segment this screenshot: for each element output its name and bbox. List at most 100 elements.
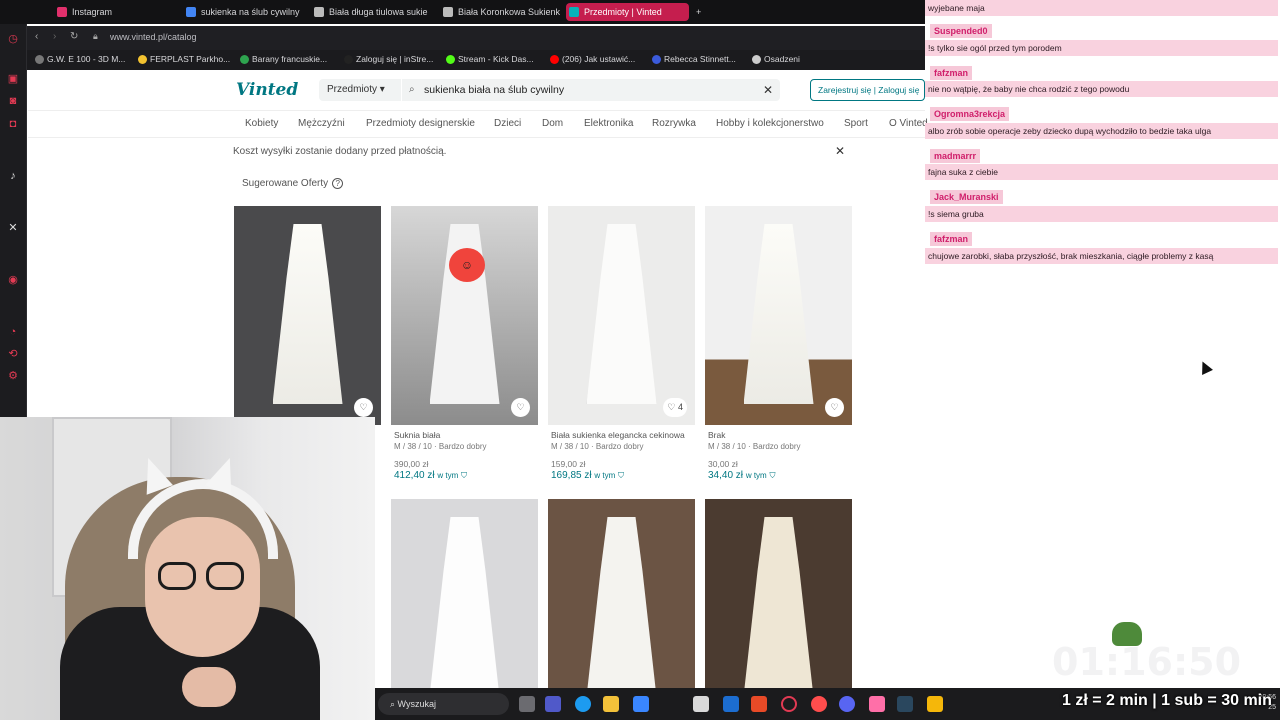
tab-vinted[interactable]: Przedmioty | Vinted (566, 3, 689, 21)
product-price-total: 412,40 zł w tym ⛉ (394, 470, 535, 481)
close-icon[interactable]: ✕ (835, 144, 845, 158)
bookmark-label: Zaloguj się | inStre... (356, 54, 434, 64)
product-card[interactable]: ☺ ♡ Suknia biała M / 38 / 10 · Bardzo do… (391, 206, 538, 481)
product-photo[interactable] (705, 499, 852, 688)
tab-google-search[interactable]: sukienka na ślub cywilny (183, 3, 303, 21)
product-photo[interactable] (548, 499, 695, 688)
bookmark-item[interactable]: FERPLAST Parkho... (138, 54, 230, 64)
nav-item-dom[interactable]: Dom (542, 118, 563, 129)
product-photo[interactable] (391, 499, 538, 688)
search-icon: ⌕ (390, 699, 398, 709)
product-card[interactable]: ♡ 4 Biała sukienka elegancka cekinowa M … (548, 206, 695, 481)
protection-label: w tym (437, 471, 459, 480)
file-explorer-icon[interactable] (603, 696, 619, 712)
product-photo[interactable]: ♡ 4 (548, 206, 695, 425)
heart-icon[interactable]: ♡ 4 (663, 398, 687, 417)
nav-item-elektronika[interactable]: Elektronika (584, 118, 633, 129)
nav-item-hobby[interactable]: Hobby i kolekcjonerstwo (716, 118, 824, 129)
product-photo[interactable]: ♡ (705, 206, 852, 425)
messenger-icon[interactable]: ▣ (6, 72, 20, 86)
product-photo[interactable]: ☺ ♡ (391, 206, 538, 425)
x-icon[interactable]: ✕ (6, 221, 20, 235)
new-tab-button[interactable]: + (692, 3, 708, 21)
suggested-heading: Sugerowane Oferty? (242, 178, 344, 189)
whatsapp-icon[interactable]: ◘ (6, 117, 20, 131)
nav-item-sport[interactable]: Sport (844, 118, 868, 129)
product-meta: Biała sukienka elegancka cekinowa M / 38… (548, 425, 695, 481)
bookmark-item[interactable]: Rebecca Stinnett... (652, 54, 736, 64)
back-icon[interactable]: ‹ (35, 31, 38, 42)
nav-item-o-vinted[interactable]: O Vinted (889, 118, 928, 129)
clock-icon[interactable]: ◔ (6, 325, 20, 339)
app-icon[interactable] (811, 696, 827, 712)
nav-item-rozrywka[interactable]: Rozrywka (652, 118, 696, 129)
product-card[interactable]: ♡ (234, 206, 381, 425)
dress-image (586, 517, 657, 688)
opera-icon[interactable] (781, 696, 797, 712)
url-field[interactable]: www.vinted.pl/catalog (110, 32, 197, 42)
bookmark-item[interactable]: Stream - Kick Das... (446, 54, 534, 64)
product-price-total: 34,40 zł w tym ⛉ (708, 470, 849, 481)
product-card[interactable]: ♡ Brak M / 38 / 10 · Bardzo dobry 30,00 … (705, 206, 852, 481)
app-icon[interactable] (927, 696, 943, 712)
reload-icon[interactable]: ↻ (70, 31, 78, 42)
edge-icon[interactable] (575, 696, 591, 712)
tab-dress-2[interactable]: Biała Koronkowa Sukienk (440, 3, 560, 21)
heart-icon[interactable]: ♡ (511, 398, 530, 417)
search-value: sukienka biała na ślub cywilny (424, 84, 565, 96)
bookmark-item[interactable]: Osadzeni (752, 54, 800, 64)
tiktok-icon[interactable]: ♪ (6, 169, 20, 183)
instagram-icon[interactable]: ◙ (6, 94, 20, 108)
taskbar-search[interactable]: ⌕ Wyszukaj (378, 693, 509, 715)
category-select[interactable]: Przedmioty ▾ (319, 79, 401, 101)
store-icon[interactable] (633, 696, 649, 712)
dress-image (586, 224, 657, 404)
protection-label: w tym (594, 471, 616, 480)
app-icon[interactable] (693, 696, 709, 712)
search-input[interactable]: ⌕ sukienka biała na ślub cywilny ✕ (402, 79, 780, 101)
nav-item-kobiety[interactable]: Kobiety (245, 118, 278, 129)
bookmark-label: G.W. E 100 - 3D M... (47, 54, 126, 64)
teams-icon[interactable] (545, 696, 561, 712)
app-icon[interactable] (723, 696, 739, 712)
chat-text: !s siema gruba (925, 206, 1278, 222)
signup-login-button[interactable]: Zarejestruj się | Zaloguj się (810, 79, 925, 101)
nav-item-mezczyzni[interactable]: Mężczyźni (298, 118, 345, 129)
clear-search-icon[interactable]: ✕ (763, 79, 773, 101)
address-bar: ‹ › ↻ 🔒︎ www.vinted.pl/catalog (27, 26, 925, 50)
suggested-label: Sugerowane Oferty (242, 178, 329, 189)
product-photo[interactable]: ♡ (234, 206, 381, 425)
chat-text: albo zrób sobie operacje zeby dziecko du… (925, 123, 1278, 139)
vinted-logo[interactable]: Vinted (236, 80, 298, 100)
help-icon[interactable]: ? (332, 178, 344, 189)
settings-icon[interactable]: ⚙ (6, 369, 20, 383)
task-view-icon[interactable] (519, 696, 535, 712)
bookmark-item[interactable]: (206) Jak ustawić... (550, 54, 635, 64)
forward-icon[interactable]: › (53, 31, 56, 42)
tab-instagram[interactable]: Instagram (54, 3, 174, 21)
bookmark-item[interactable]: Barany francuskie... (240, 54, 327, 64)
tab-bar: Instagram sukienka na ślub cywilny Biała… (0, 0, 925, 24)
history-icon[interactable]: ◷ (6, 32, 20, 46)
heart-icon[interactable]: ♡ (354, 398, 373, 417)
chat-username: fafzman (930, 66, 973, 80)
app-icon[interactable] (869, 696, 885, 712)
discord-icon[interactable] (839, 696, 855, 712)
extensions-icon[interactable]: ⟲ (6, 347, 20, 361)
product-card[interactable] (705, 499, 852, 688)
heart-icon[interactable]: ♡ (825, 398, 844, 417)
tab-dress-1[interactable]: Biała długa tiulowa sukie (311, 3, 431, 21)
product-card[interactable] (548, 499, 695, 688)
product-card[interactable] (391, 499, 538, 688)
nav-item-designer[interactable]: Przedmioty designerskie (366, 118, 475, 129)
app-icon[interactable] (751, 696, 767, 712)
player-icon[interactable]: ◉ (6, 273, 20, 287)
steam-icon[interactable] (897, 696, 913, 712)
chat-text: fajna suka z ciebie (925, 164, 1278, 180)
bookmark-item[interactable]: Zaloguj się | inStre... (344, 54, 433, 64)
bookmark-icon (138, 55, 147, 64)
bookmark-icon (652, 55, 661, 64)
bookmark-label: FERPLAST Parkho... (150, 54, 231, 64)
nav-item-dzieci[interactable]: Dzieci (494, 118, 521, 129)
bookmark-item[interactable]: G.W. E 100 - 3D M... (35, 54, 125, 64)
